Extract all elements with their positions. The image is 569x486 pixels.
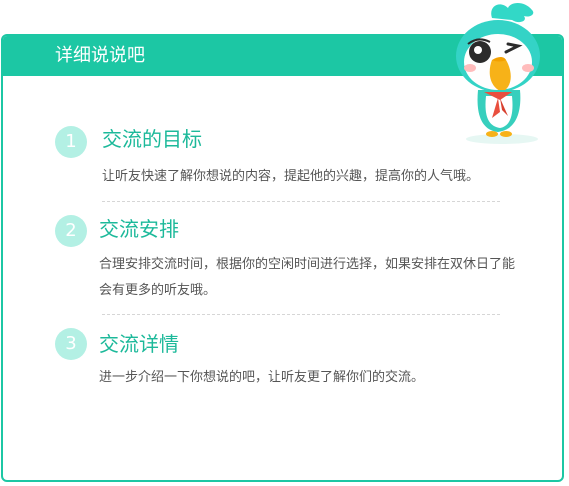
parrot-mascot-icon — [456, 3, 540, 144]
section-title-schedule: 交流安排 — [99, 217, 179, 241]
panel-title: 详细说说吧 — [55, 45, 145, 66]
section-desc-details: 进一步介绍一下你想说的吧，让听友更了解你们的交流。 — [99, 370, 425, 385]
section-title-goal: 交流的目标 — [102, 127, 202, 151]
step-number-3: 3 — [55, 328, 87, 360]
step-number-2: 2 — [55, 215, 87, 247]
section-desc-goal: 让听友快速了解你想说的内容，提起他的兴趣，提高你的人气哦。 — [102, 169, 480, 184]
section-title-details: 交流详情 — [99, 332, 179, 356]
step-number-1: 1 — [55, 126, 87, 158]
section-divider — [102, 314, 500, 315]
section-divider — [102, 201, 500, 202]
section-desc-schedule: 合理安排交流时间，根据你的空闲时间进行选择，如果安排在双休日了能会有更多的听友哦… — [99, 257, 516, 298]
